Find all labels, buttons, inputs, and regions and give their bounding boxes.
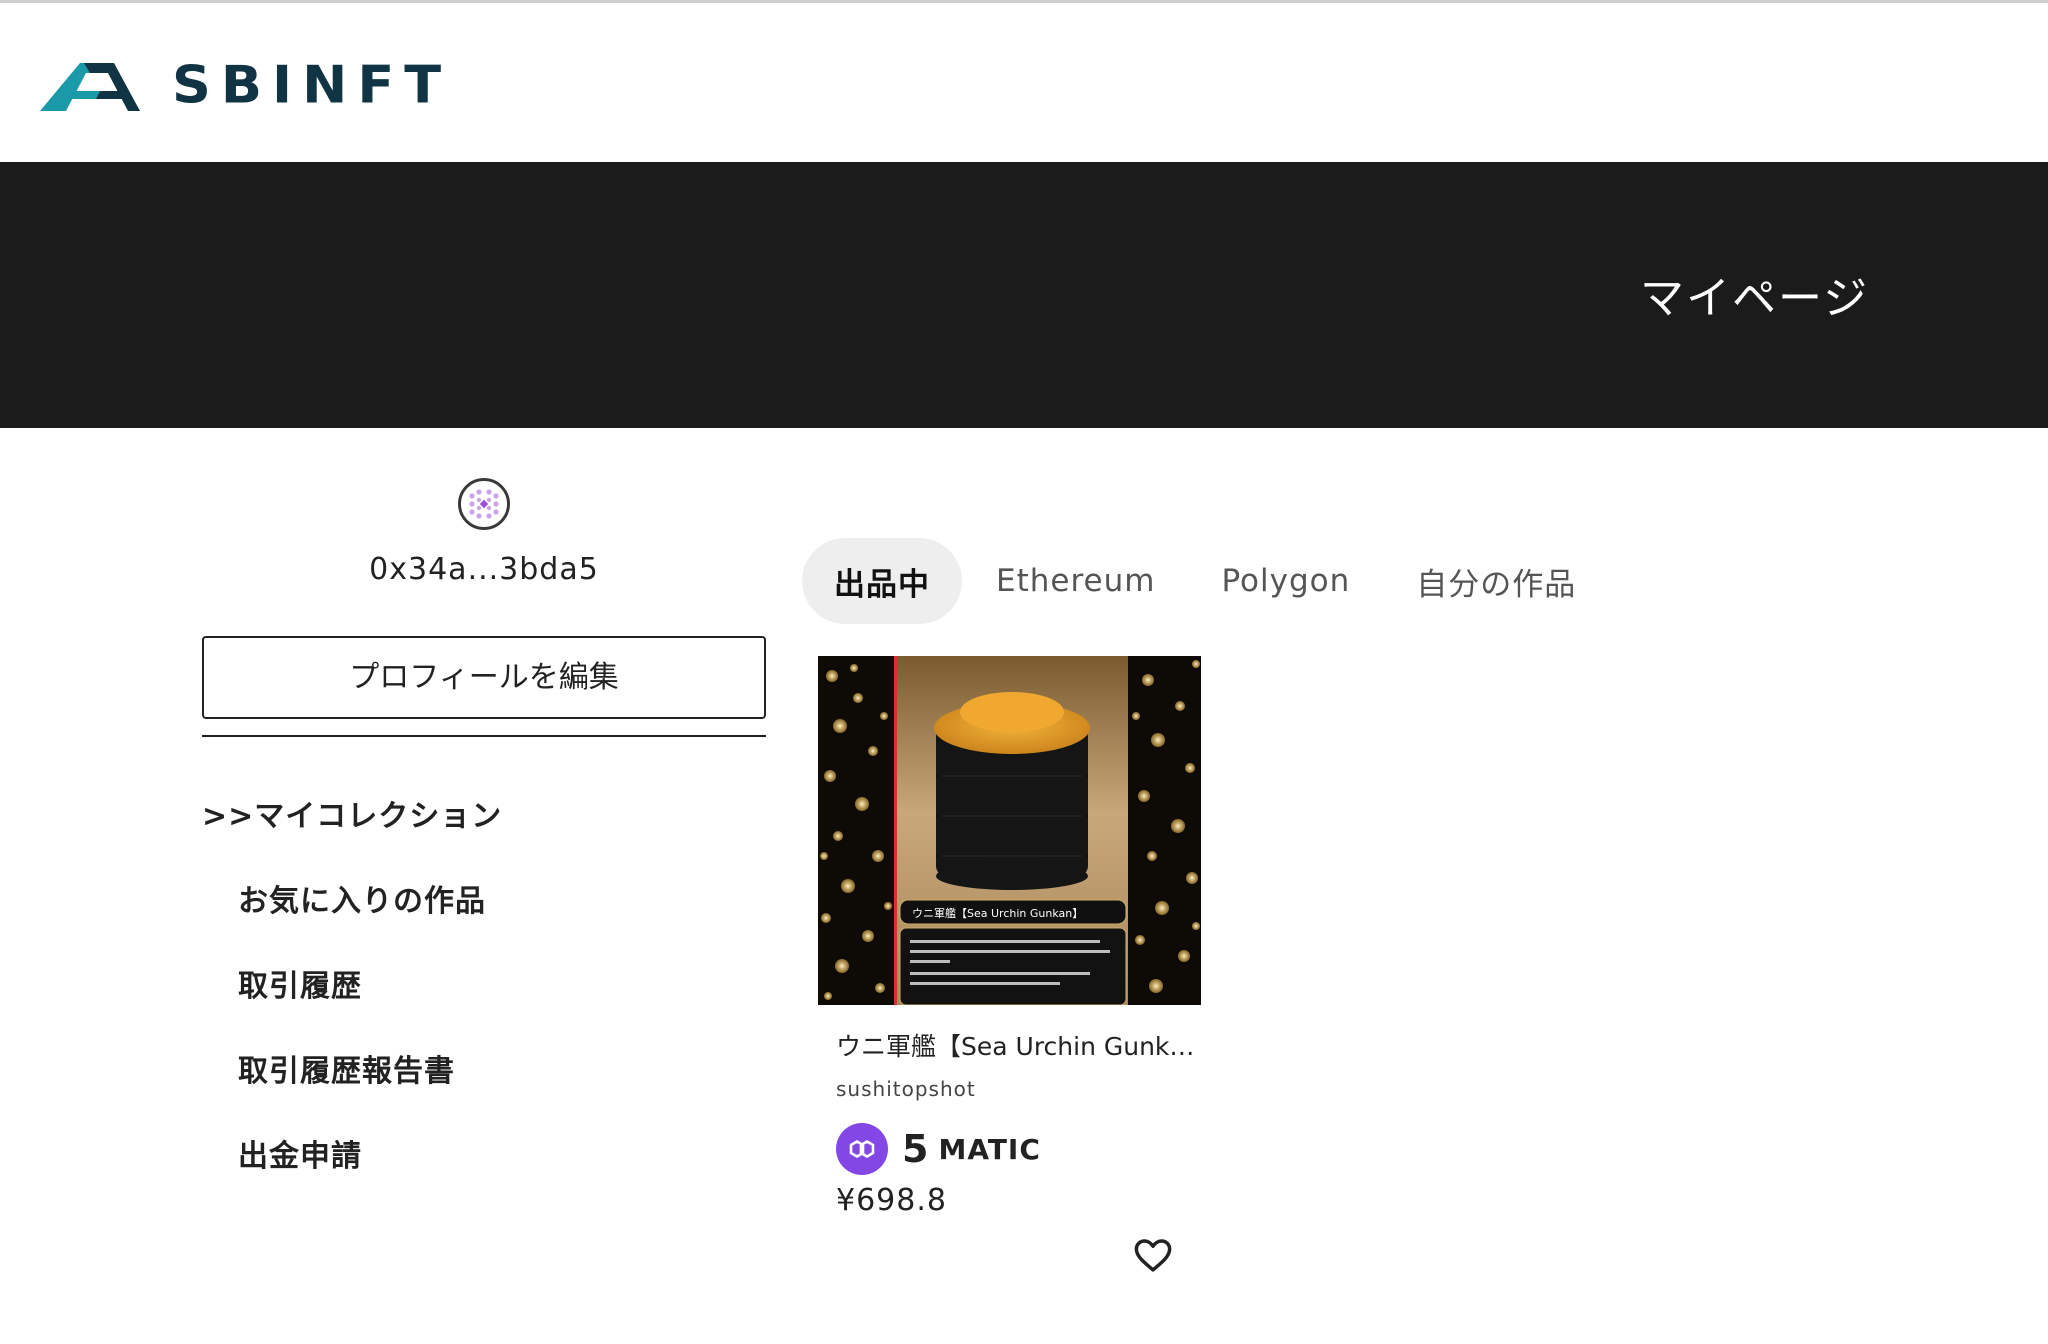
nft-title[interactable]: ウニ軍艦【Sea Urchin Gunk… [818, 1027, 1198, 1063]
nft-thumbnail[interactable]: ウニ軍艦【Sea Urchin Gunkan】 [818, 656, 1201, 1005]
page-banner: マイページ [0, 162, 2048, 428]
sushi-artwork-image: ウニ軍艦【Sea Urchin Gunkan】 [818, 656, 1201, 1005]
price-currency: MATIC [938, 1132, 1041, 1166]
heart-icon [1134, 1239, 1172, 1272]
menu-item-transaction-history[interactable]: 取引履歴 [202, 940, 766, 1025]
menu-item-withdrawal-request[interactable]: 出金申請 [202, 1110, 766, 1195]
tab-my-works[interactable]: 自分の作品 [1384, 538, 1608, 624]
sidebar-menu: >>マイコレクション お気に入りの作品 取引履歴 取引履歴報告書 出金申請 [202, 770, 766, 1195]
page-title: マイページ [1640, 273, 1870, 324]
menu-item-favorites[interactable]: お気に入りの作品 [202, 855, 766, 940]
menu-item-my-collection[interactable]: >>マイコレクション [202, 770, 766, 855]
site-header: SBINFT [0, 3, 2048, 162]
nft-owner[interactable]: sushitopshot [818, 1077, 1201, 1101]
sidebar-divider [202, 735, 766, 737]
menu-item-transaction-report[interactable]: 取引履歴報告書 [202, 1025, 766, 1110]
wallet-address: 0x34a...3bda5 [369, 552, 599, 587]
sbinft-logo-mark-icon [40, 63, 140, 111]
brand-name: SBINFT [172, 54, 452, 115]
fiat-price: ¥698.8 [836, 1183, 947, 1218]
tab-listed[interactable]: 出品中 [802, 538, 962, 624]
collection-tabs: 出品中 Ethereum Polygon 自分の作品 [802, 538, 1610, 624]
tab-polygon[interactable]: Polygon [1189, 538, 1382, 624]
tab-ethereum[interactable]: Ethereum [964, 538, 1187, 624]
sbinft-logo[interactable]: SBINFT [38, 51, 451, 119]
price-amount: 5 [902, 1127, 929, 1171]
favorite-button[interactable] [1132, 1234, 1174, 1276]
avatar[interactable] [458, 478, 510, 530]
artwork-caption: ウニ軍艦【Sea Urchin Gunkan】 [912, 906, 1083, 920]
nft-card[interactable]: ウニ軍艦【Sea Urchin Gunkan】 ウニ軍艦【Sea Urchin … [818, 656, 1201, 1218]
polygon-matic-icon [836, 1123, 888, 1175]
edit-profile-button[interactable]: プロフィールを編集 [202, 636, 766, 719]
price-row: 5 MATIC [818, 1123, 1201, 1175]
identicon-avatar-icon [469, 489, 499, 519]
